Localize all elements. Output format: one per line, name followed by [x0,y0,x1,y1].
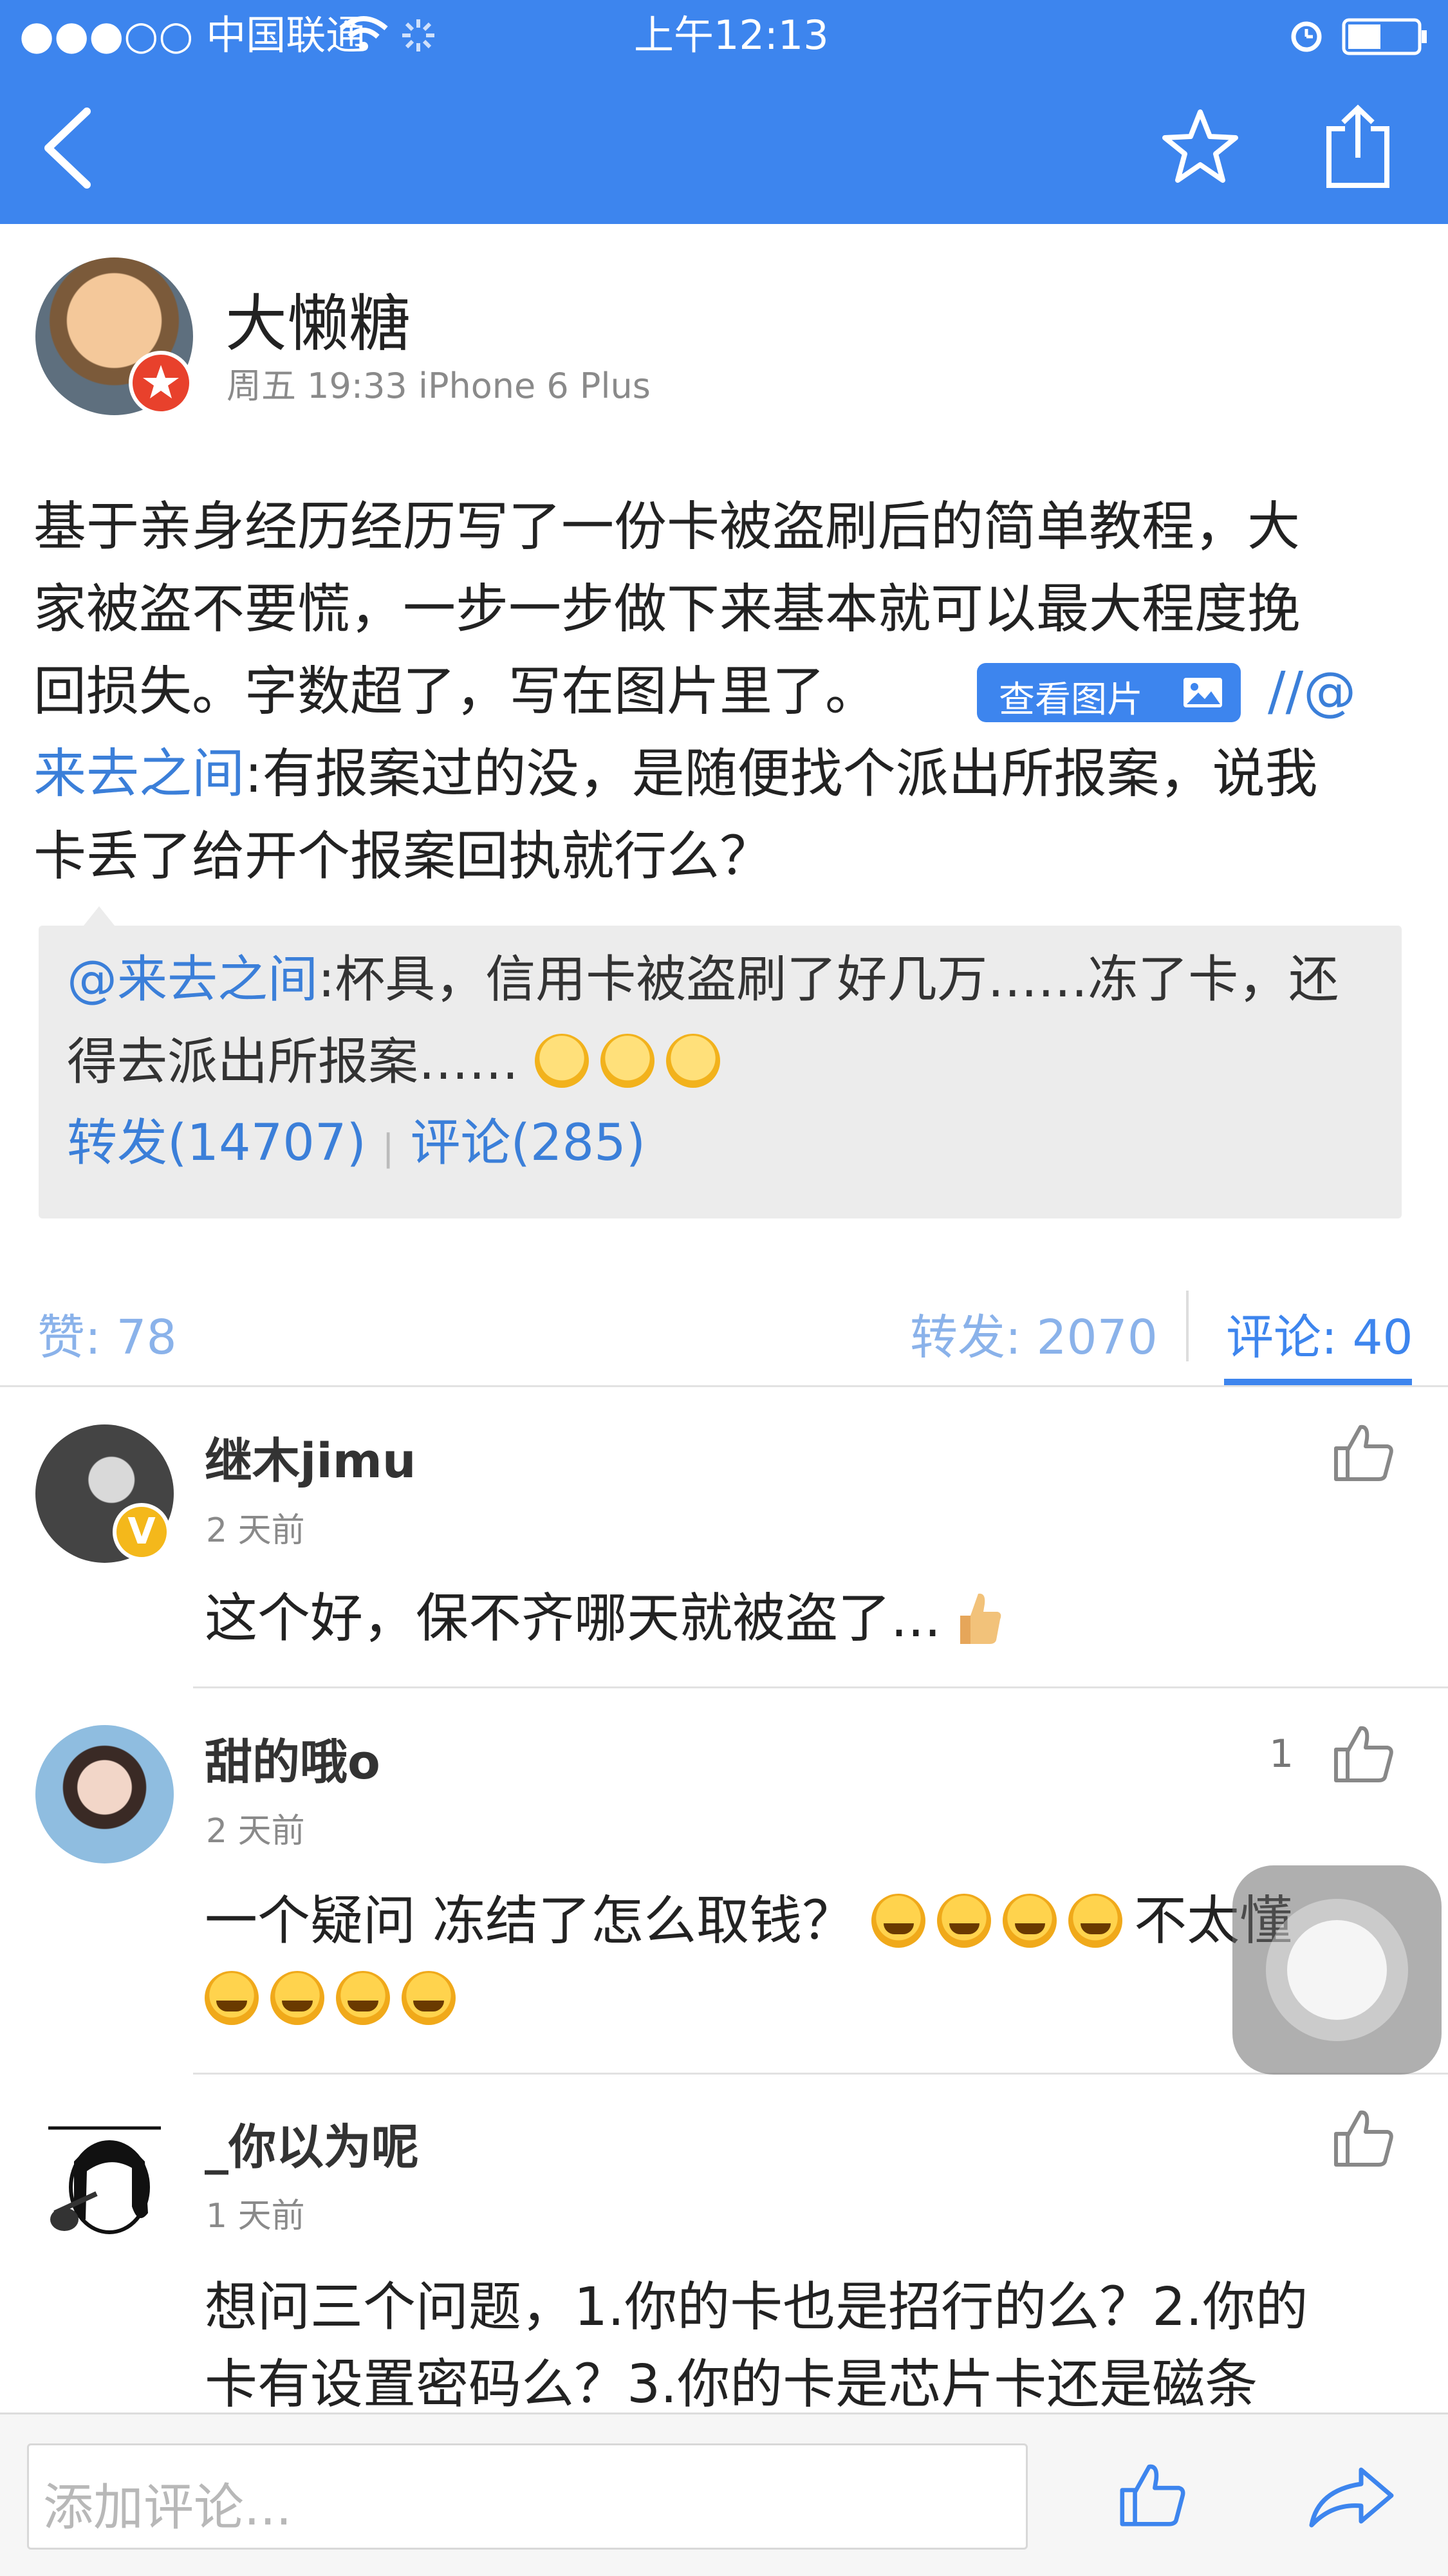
quoted-text: :杯具，信用卡被盗刷了好几万……冻了卡，还 [318,951,1339,1009]
tab-likes[interactable]: 赞: 78 [37,1299,177,1368]
repost-text: :有报案过的没，是随便找个派出所报案，说我 [245,743,1318,805]
commenter-avatar[interactable] [35,2110,174,2248]
comment-time: 2 天前 [206,1812,305,1851]
quoted-forward-link[interactable]: 转发(14707) [67,1114,366,1172]
quoted-text-2: 得去派出所报案…… [67,1033,519,1091]
view-image-label: 查看图片 [999,679,1143,721]
comment-input-placeholder: 添加评论... [43,2479,292,2537]
tab-divider [1186,1291,1189,1361]
comment-input[interactable]: 添加评论... [27,2443,1028,2550]
comment-like-button[interactable] [1331,1419,1395,1486]
laugh-cry-emoji-icon [270,1971,324,2025]
laugh-cry-emoji-icon [336,1971,390,2025]
laugh-cry-emoji-icon [1068,1894,1123,1948]
wifi-icon [338,14,389,55]
view-image-button[interactable]: 查看图片 [977,663,1241,722]
laugh-cry-emoji-icon [205,1971,259,2025]
shush-emoji-icon [665,1034,720,1088]
tabs-divider [0,1385,1448,1387]
comment-divider [193,2073,1448,2075]
comment-time: 1 天前 [206,2197,305,2235]
battery-icon [1342,18,1429,58]
commenter-avatar[interactable] [35,1725,174,1863]
like-post-button[interactable] [1117,2458,1187,2532]
shush-emoji-icon [534,1034,589,1088]
comment-text-line: 这个好，保不齐哪天就被盗了... [205,1588,942,1649]
post-text-line: 基于亲身经历经历写了一份卡被盗刷后的简单教程，大 [33,496,1301,557]
carrier-label: ●●●○○ 中国联通 [19,12,366,59]
top-bar: ●●●○○ 中国联通 上午12:13 [0,0,1448,224]
quoted-post[interactable]: @来去之间:杯具，信用卡被盗刷了好几万……冻了卡，还 得去派出所报案…… 转发(… [39,926,1402,1218]
alarm-icon [1287,16,1326,57]
forward-post-button[interactable] [1306,2465,1397,2532]
comment-text-line: 想问三个问题，1.你的卡也是招行的么？2.你的 [205,2277,1308,2338]
repost-prefix: //@ [1268,661,1357,722]
quoted-comment-link[interactable]: 评论(285) [410,1114,645,1172]
quoted-line-2: 得去派出所报案…… [67,1021,732,1103]
comment-like-button[interactable] [1331,2105,1395,2172]
quote-pointer [84,906,115,926]
post-text-line: 家被盗不要慌，一步一步做下来基本就可以最大程度挽 [33,579,1301,640]
repost-text-2: 卡丢了给开个报案回执就行么？ [33,826,773,887]
comment-text-line: 一个疑问 冻结了怎么取钱？ [205,1890,855,1952]
assistive-touch-button[interactable] [1232,1865,1442,2075]
tab-comments[interactable]: 评论: 40 [1226,1299,1413,1368]
comment-text-line: 卡有设置密码么？3.你的卡是芯片卡还是磁条 [205,2354,1258,2415]
comment-author[interactable]: 甜的哦o [205,1724,380,1793]
laugh-cry-emoji-icon [1003,1894,1057,1948]
quoted-stats: 转发(14707) | 评论(285) [67,1102,645,1190]
bottom-bar: 添加评论... [0,2413,1448,2576]
comment-text: 一个疑问 冻结了怎么取钱？ 不太懂 [205,1883,1292,2037]
shush-emoji-icon [600,1034,654,1088]
share-button[interactable] [1323,103,1393,192]
post-meta: 周五 19:33 iPhone 6 Plus [227,366,651,406]
loading-icon [399,16,438,57]
laugh-cry-emoji-icon [871,1894,926,1948]
comment-text: 这个好，保不齐哪天就被盗了... [205,1580,1003,1657]
laugh-cry-emoji-icon [402,1971,456,2025]
image-icon [1182,676,1224,718]
tab-active-indicator [1224,1379,1412,1385]
comment-like-count: 1 [1269,1731,1294,1777]
verified-badge-icon [129,351,193,415]
comment-author[interactable]: 继木jimu [205,1423,416,1491]
comment-text: 想问三个问题，1.你的卡也是招行的么？2.你的 卡有设置密码么？3.你的卡是芯片… [205,2269,1308,2423]
vip-badge-icon: V [113,1503,171,1561]
assistive-touch-core [1287,1920,1387,2020]
author-name[interactable]: 大懒糖 [225,274,411,363]
repost-line: 来去之间:有报案过的没，是随便找个派出所报案，说我 [33,733,1318,816]
laugh-cry-emoji-icon [937,1894,992,1948]
comment-author[interactable]: _你以为呢 [205,2109,419,2178]
comment-divider [193,1686,1448,1688]
repost-user-link[interactable]: 来去之间 [33,743,245,805]
tab-forwards[interactable]: 转发: 2070 [910,1299,1158,1368]
clock-label: 上午12:13 [634,12,829,59]
quoted-separator: | [382,1127,394,1169]
comment-time: 2 天前 [206,1511,305,1550]
favorite-star-button[interactable] [1162,108,1239,188]
comment-like-button[interactable] [1331,1721,1395,1787]
post-text-line: 回损失。字数超了，写在图片里了。 [33,661,878,722]
quoted-line-1: @来去之间:杯具，信用卡被盗刷了好几万……冻了卡，还 [67,938,1339,1021]
thumbs-up-emoji-icon [958,1590,1003,1647]
quoted-user-link[interactable]: @来去之间 [67,951,318,1009]
back-button[interactable] [39,106,97,192]
